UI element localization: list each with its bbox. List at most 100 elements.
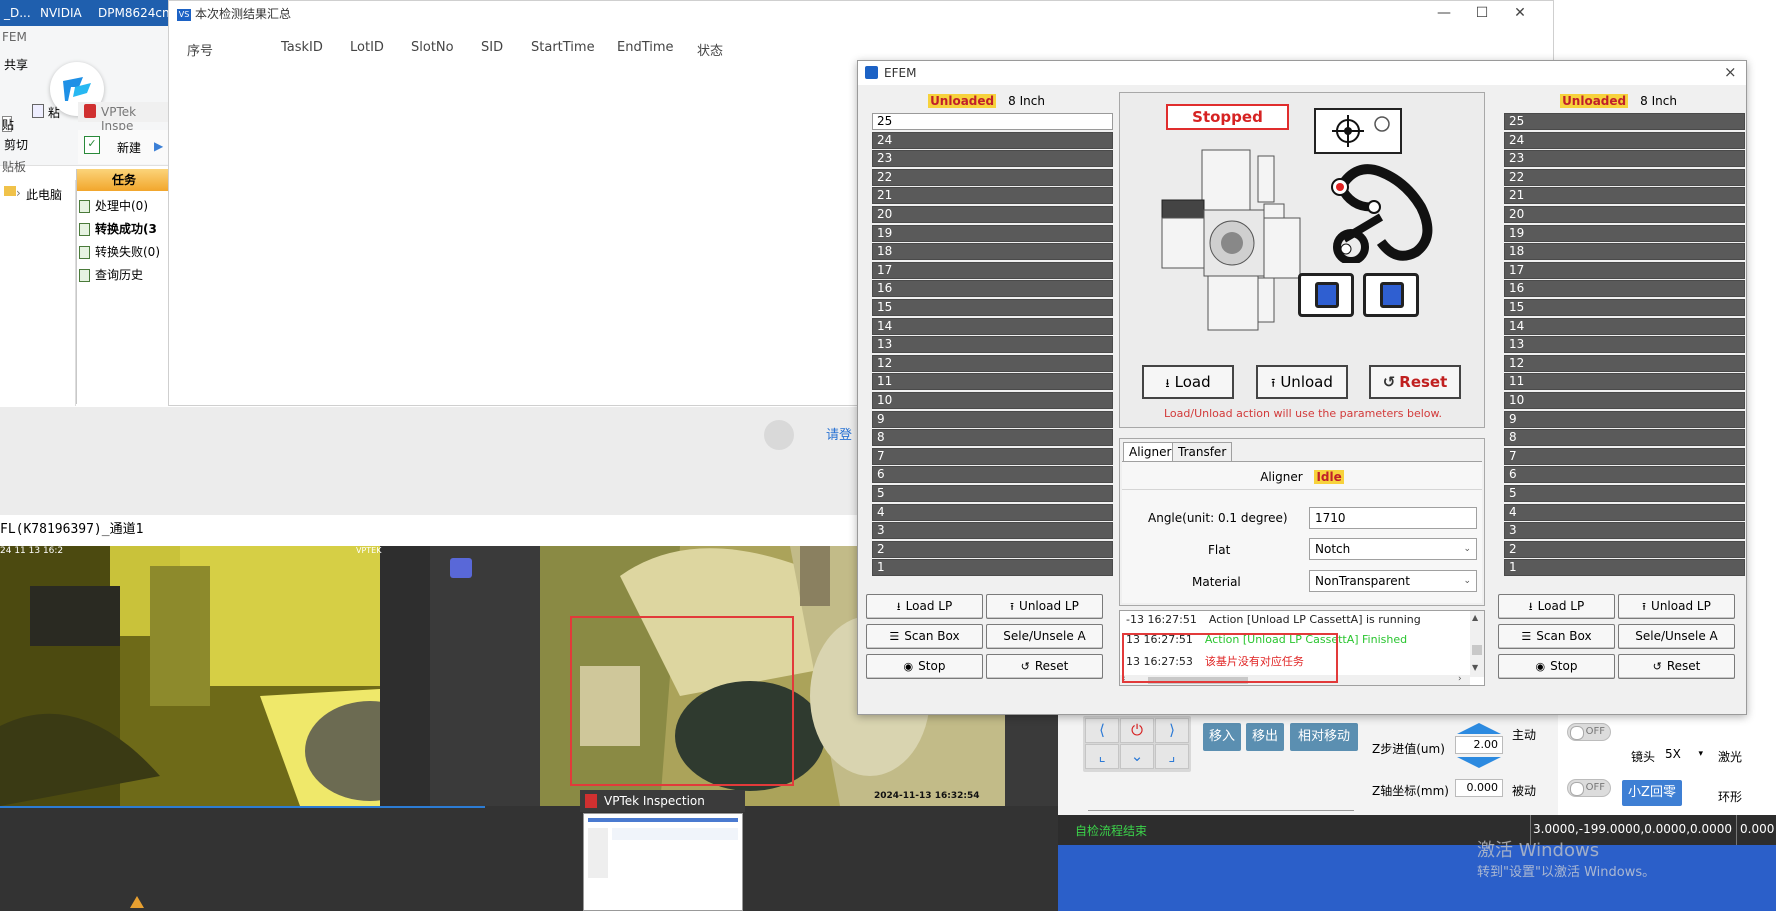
stage-unload-button[interactable]: ⭱ Unload: [1256, 365, 1348, 399]
left-slot-18[interactable]: 18: [872, 243, 1113, 261]
left-slot-8[interactable]: 8: [872, 429, 1113, 447]
left-slot-2[interactable]: 2: [872, 540, 1113, 558]
tab-transfer[interactable]: Transfer: [1172, 442, 1233, 462]
right-scan-box-button[interactable]: ☰ Scan Box: [1498, 624, 1615, 649]
task-row-failed[interactable]: 转换失败(0): [79, 241, 160, 263]
maximize-button[interactable]: ☐: [1467, 4, 1497, 22]
breadcrumb-this-pc[interactable]: 此电脑: [26, 186, 62, 203]
right-slot-8[interactable]: 8: [1504, 429, 1745, 447]
left-slot-9[interactable]: 9: [872, 410, 1113, 428]
left-slot-5[interactable]: 5: [872, 485, 1113, 502]
task-row-history[interactable]: 查询历史: [79, 264, 143, 286]
right-slot-24[interactable]: 24: [1504, 131, 1745, 149]
left-slot-3[interactable]: 3: [872, 522, 1113, 540]
right-slot-6[interactable]: 6: [1504, 466, 1745, 484]
taskbar-preview-title[interactable]: VPTek Inspection Syste...: [580, 790, 745, 830]
left-slot-23[interactable]: 23: [872, 150, 1113, 168]
left-unload-lp-button[interactable]: ⭱ Unload LP: [986, 594, 1103, 619]
right-slot-20[interactable]: 20: [1504, 206, 1745, 223]
left-slot-19[interactable]: 19: [872, 224, 1113, 242]
right-slot-19[interactable]: 19: [1504, 224, 1745, 242]
left-slot-24[interactable]: 24: [872, 131, 1113, 149]
task-row-processing[interactable]: 处理中(0): [79, 195, 148, 217]
cut-button[interactable]: 剪切: [4, 136, 28, 153]
tab-aligner[interactable]: Aligner: [1123, 442, 1178, 462]
right-slot-15[interactable]: 15: [1504, 299, 1745, 316]
new-button[interactable]: 新建: [117, 139, 141, 156]
right-slot-1[interactable]: 1: [1504, 559, 1745, 577]
move-out-button[interactable]: 移出: [1246, 723, 1284, 751]
paste-special-icon[interactable]: [32, 104, 44, 118]
left-scan-box-button[interactable]: ☰ Scan Box: [866, 624, 983, 649]
right-stop-button[interactable]: ◉ Stop: [1498, 654, 1615, 679]
right-slot-7[interactable]: 7: [1504, 447, 1745, 465]
left-slot-22[interactable]: 22: [872, 168, 1113, 186]
right-slot-10[interactable]: 10: [1504, 392, 1745, 409]
left-slot-14[interactable]: 14: [872, 317, 1113, 335]
left-slot-17[interactable]: 17: [872, 261, 1113, 279]
right-slot-17[interactable]: 17: [1504, 261, 1745, 279]
taskbar-preview-thumbnail[interactable]: [583, 813, 743, 911]
right-load-lp-button[interactable]: ⭳ Load LP: [1498, 594, 1615, 619]
right-slot-2[interactable]: 2: [1504, 540, 1745, 558]
right-slot-5[interactable]: 5: [1504, 485, 1745, 502]
passive-toggle[interactable]: OFF: [1567, 779, 1611, 797]
left-slot-4[interactable]: 4: [872, 503, 1113, 521]
left-slot-7[interactable]: 7: [872, 447, 1113, 465]
close-button[interactable]: ✕: [1505, 4, 1535, 22]
z-step-down-icon[interactable]: [1457, 757, 1501, 768]
right-slot-14[interactable]: 14: [1504, 317, 1745, 335]
scroll-thumb[interactable]: [1472, 645, 1482, 655]
right-reset-button[interactable]: ↺ Reset: [1618, 654, 1735, 679]
right-slot-12[interactable]: 12: [1504, 354, 1745, 372]
column-header-endtime[interactable]: EndTime: [617, 40, 674, 55]
move-in-button[interactable]: 移入: [1203, 723, 1241, 751]
right-slot-3[interactable]: 3: [1504, 522, 1745, 540]
taskbar-item-dpm[interactable]: DPM8624cn: [94, 0, 170, 26]
column-header-sid[interactable]: SID: [481, 40, 503, 55]
scroll-right-icon[interactable]: ›: [1458, 674, 1462, 684]
stop-motion-button[interactable]: ⏻: [1120, 718, 1154, 743]
lens-select[interactable]: 5X ▾: [1665, 745, 1705, 763]
left-slot-16[interactable]: 16: [872, 280, 1113, 298]
right-slot-25[interactable]: 25: [1504, 113, 1745, 130]
left-slot-20[interactable]: 20: [872, 206, 1113, 223]
left-slot-1[interactable]: 1: [872, 559, 1113, 577]
angle-input[interactable]: 1710: [1309, 507, 1477, 529]
right-unload-lp-button[interactable]: ⭱ Unload LP: [1618, 594, 1735, 619]
scroll-up-icon[interactable]: ▲: [1472, 613, 1478, 622]
left-reset-button[interactable]: ↺ Reset: [986, 654, 1103, 679]
right-slot-22[interactable]: 22: [1504, 168, 1745, 186]
left-slot-15[interactable]: 15: [872, 299, 1113, 316]
left-sele-unsele-button[interactable]: Sele/Unsele A: [986, 624, 1103, 649]
share-tab[interactable]: 共享: [4, 56, 28, 73]
log-panel[interactable]: -13 16:27:51 Action [Unload LP CassettA] …: [1119, 610, 1485, 686]
log-vertical-scrollbar[interactable]: ▲ ▼: [1470, 611, 1484, 677]
move-down-left-button[interactable]: ⌞: [1085, 744, 1119, 769]
right-sele-unsele-button[interactable]: Sele/Unsele A: [1618, 624, 1735, 649]
relative-move-button[interactable]: 相对移动: [1290, 723, 1358, 751]
right-slot-9[interactable]: 9: [1504, 410, 1745, 428]
stage-reset-button[interactable]: ↺ Reset: [1369, 365, 1461, 399]
right-slot-11[interactable]: 11: [1504, 373, 1745, 391]
left-load-lp-button[interactable]: ⭳ Load LP: [866, 594, 983, 619]
avatar[interactable]: [764, 420, 794, 450]
left-slot-6[interactable]: 6: [872, 466, 1113, 484]
taskbar-item-1[interactable]: _D...: [0, 0, 31, 26]
right-slot-16[interactable]: 16: [1504, 280, 1745, 298]
material-select[interactable]: NonTransparent ⌄: [1309, 570, 1477, 592]
efem-close-button[interactable]: ×: [1724, 63, 1737, 81]
new-icon[interactable]: ✓: [84, 136, 100, 154]
right-slot-23[interactable]: 23: [1504, 150, 1745, 168]
z-step-up-icon[interactable]: [1457, 723, 1501, 734]
task-row-success[interactable]: 转换成功(3: [79, 218, 157, 240]
left-slot-13[interactable]: 13: [872, 336, 1113, 354]
column-header-lotid[interactable]: LotID: [350, 40, 384, 55]
move-up-right-button[interactable]: ⟩: [1155, 718, 1189, 743]
z-step-input[interactable]: 2.00: [1455, 736, 1503, 754]
right-slot-4[interactable]: 4: [1504, 503, 1745, 521]
active-toggle[interactable]: OFF: [1567, 723, 1611, 741]
right-slot-21[interactable]: 21: [1504, 187, 1745, 205]
left-slot-25[interactable]: 25: [872, 113, 1113, 130]
move-down-button[interactable]: ⌄: [1120, 744, 1154, 769]
